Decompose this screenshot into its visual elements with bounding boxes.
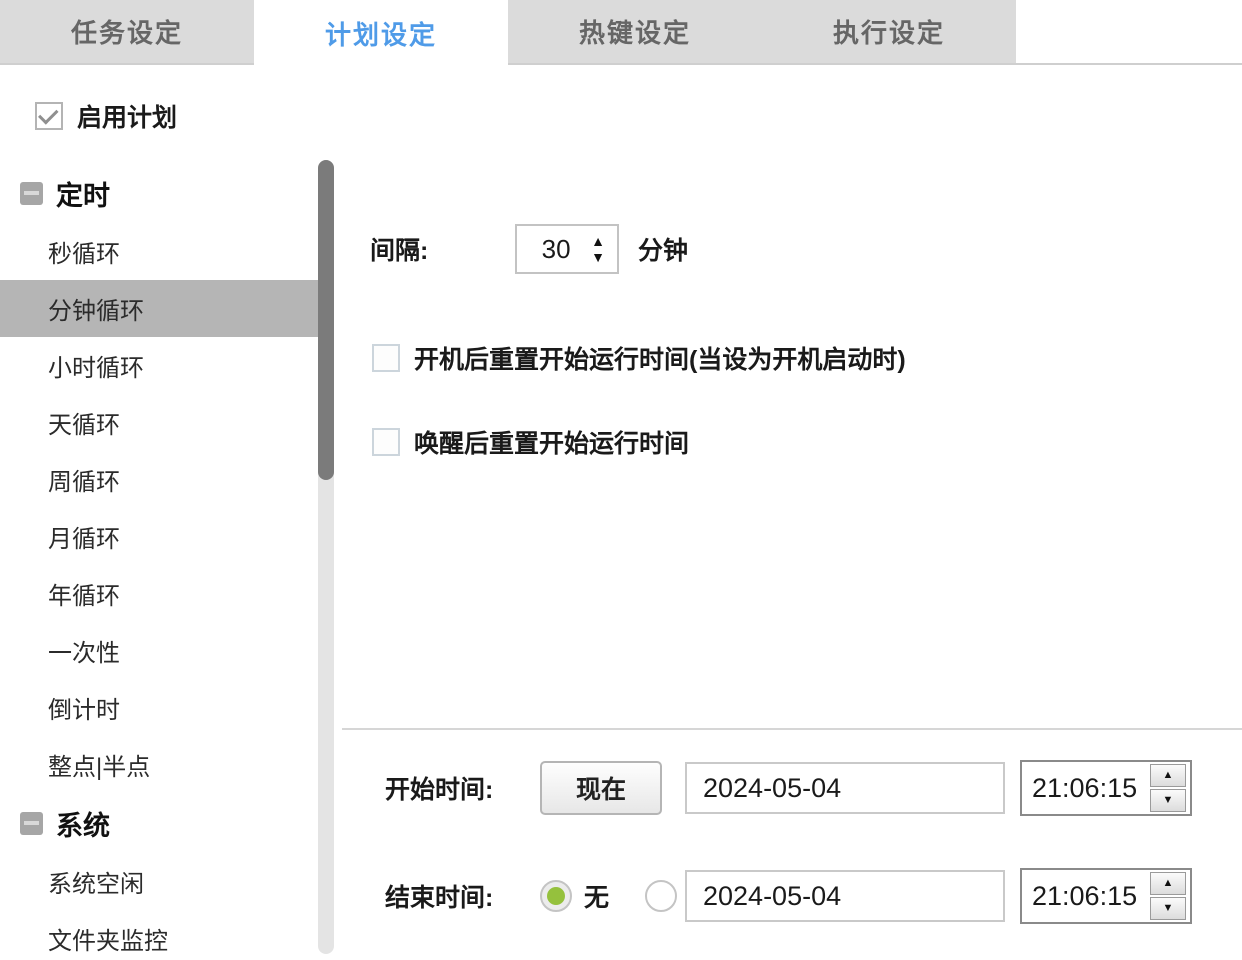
sidebar-item-week-loop[interactable]: 周循环 [0,451,318,508]
sidebar-item-month-loop[interactable]: 月循环 [0,508,318,565]
time-up-button[interactable]: ▲ [1150,872,1186,895]
group-header-label: 定时 [56,174,110,213]
time-down-button[interactable]: ▼ [1150,789,1186,812]
end-time-value: 21:06:15 [1022,881,1150,912]
interval-label: 间隔: [370,231,428,267]
time-down-button[interactable]: ▼ [1150,897,1186,920]
reset-after-wake-label: 唤醒后重置开始运行时间 [414,424,689,460]
schedule-type-list: 定时 秒循环 分钟循环 小时循环 天循环 周循环 月循环 年循环 一次性 倒计时… [0,163,318,960]
sidebar-item-second-loop[interactable]: 秒循环 [0,223,318,280]
sidebar-item-day-loop[interactable]: 天循环 [0,394,318,451]
start-time-input[interactable]: 21:06:15 ▲ ▼ [1020,760,1192,816]
checked-checkbox-icon [35,102,63,130]
sidebar-item-countdown[interactable]: 倒计时 [0,679,318,736]
unchecked-checkbox-icon [372,344,400,372]
tab-plan-settings[interactable]: 计划设定 [254,0,508,67]
start-time-label: 开始时间: [385,770,493,806]
spin-up-icon[interactable]: ▲ [591,235,605,247]
end-time-row: 结束时间: 无 2024-05-04 21:06:15 ▲ ▼ [342,869,1242,923]
enable-plan-label: 启用计划 [77,98,177,134]
interval-row: 间隔: 30 ▲ ▼ 分钟 [342,223,1242,275]
reset-after-boot-checkbox[interactable]: 开机后重置开始运行时间(当设为开机启动时) [342,340,1242,376]
start-time-value: 21:06:15 [1022,773,1150,804]
start-date-value: 2024-05-04 [703,773,841,804]
end-date-input[interactable]: 2024-05-04 [685,870,1005,922]
sidebar-item-minute-loop[interactable]: 分钟循环 [0,280,318,337]
collapse-icon[interactable] [20,812,43,835]
enable-plan-checkbox[interactable]: 启用计划 [35,98,177,134]
scheduler-settings-window: 任务设定 计划设定 热键设定 执行设定 启用计划 定时 秒循环 分钟循环 小时循… [0,0,1242,960]
collapse-icon[interactable] [20,182,43,205]
tab-hotkey-settings[interactable]: 热键设定 [508,0,762,63]
interval-value[interactable]: 30 [517,234,591,265]
sidebar-scrollbar[interactable] [318,160,334,954]
end-none-radio[interactable] [540,880,572,912]
time-up-button[interactable]: ▲ [1150,764,1186,787]
sidebar-item-system-idle[interactable]: 系统空闲 [0,853,318,910]
sidebar-item-hour-loop[interactable]: 小时循环 [0,337,318,394]
sidebar-item-hour-half-hour[interactable]: 整点|半点 [0,736,318,793]
interval-spinner[interactable]: 30 ▲ ▼ [515,224,619,274]
sidebar-item-folder-monitor[interactable]: 文件夹监控 [0,910,318,960]
sidebar-item-year-loop[interactable]: 年循环 [0,565,318,622]
group-header-label: 系统 [56,804,110,843]
end-date-value: 2024-05-04 [703,881,841,912]
reset-after-wake-checkbox[interactable]: 唤醒后重置开始运行时间 [342,424,1242,460]
minute-loop-settings-panel: 间隔: 30 ▲ ▼ 分钟 开机后重置开始运行时间(当设为开机启动时) 唤醒后重… [342,63,1242,960]
now-button[interactable]: 现在 [540,761,662,815]
unchecked-checkbox-icon [372,428,400,456]
spin-down-icon[interactable]: ▼ [591,251,605,263]
start-date-input[interactable]: 2024-05-04 [685,762,1005,814]
sidebar-item-one-time[interactable]: 一次性 [0,622,318,679]
end-none-label: 无 [584,878,609,914]
tab-bar: 任务设定 计划设定 热键设定 执行设定 [0,0,1242,63]
section-divider [342,728,1242,730]
start-time-row: 开始时间: 现在 2024-05-04 21:06:15 ▲ ▼ [342,761,1242,815]
interval-unit-label: 分钟 [638,231,688,267]
end-time-input[interactable]: 21:06:15 ▲ ▼ [1020,868,1192,924]
tab-execution-settings[interactable]: 执行设定 [762,0,1016,63]
scrollbar-thumb[interactable] [318,160,334,480]
tab-task-settings[interactable]: 任务设定 [0,0,254,63]
reset-after-boot-label: 开机后重置开始运行时间(当设为开机启动时) [414,340,906,376]
sidebar-group-system[interactable]: 系统 [0,793,318,853]
tab-bar-filler [1016,0,1242,63]
end-time-label: 结束时间: [385,878,493,914]
sidebar-group-timer[interactable]: 定时 [0,163,318,223]
end-datetime-radio[interactable] [645,880,677,912]
